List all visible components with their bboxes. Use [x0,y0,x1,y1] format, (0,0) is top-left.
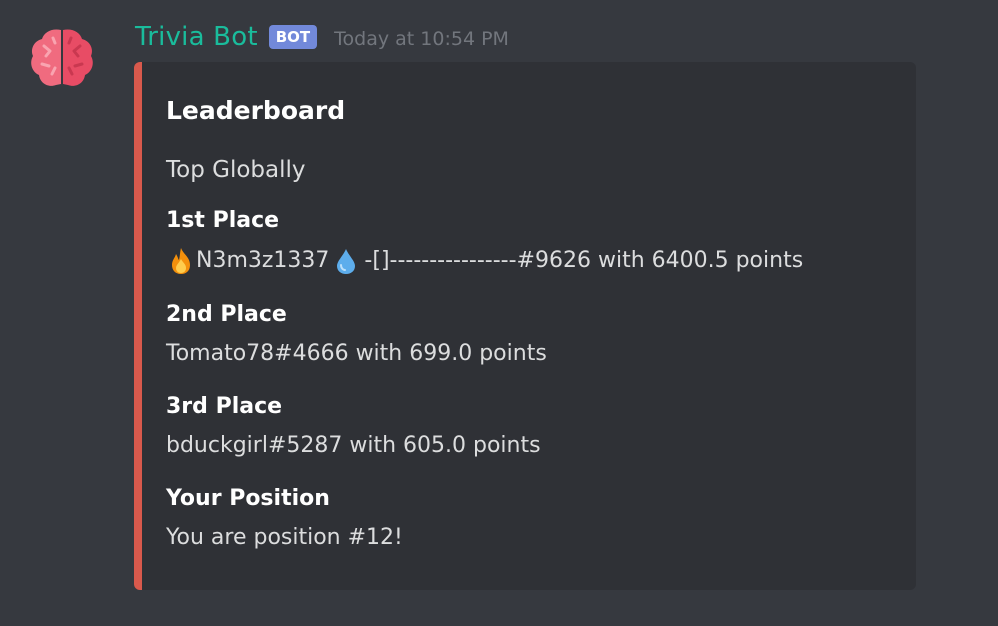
field-third-place: 3rd Place bduckgirl#5287 with 605.0 poin… [166,392,541,461]
field-value: N3m3z1337 -[]----------------#9626 with … [166,246,803,276]
field-first-place: 1st Place N3m3z1337 -[]----------------#… [166,206,803,276]
first-place-username: N3m3z1337 [196,248,330,273]
brain-icon [31,29,93,86]
droplet-emoji-icon [337,249,356,274]
field-your-position: Your Position You are position #12! [166,484,403,553]
field-name: 1st Place [166,208,280,233]
chat-message: Trivia Bot BOT Today at 10:54 PM Leaderb… [0,0,998,626]
fire-emoji-icon [172,248,190,274]
leaderboard-embed: Leaderboard Top Globally 1st Place N3m3z… [134,62,916,590]
embed-title: Leaderboard [166,96,346,125]
field-value: You are position #12! [166,525,403,550]
bot-badge: BOT [268,25,318,49]
field-value: bduckgirl#5287 with 605.0 points [166,433,541,458]
field-name: Your Position [166,486,330,511]
embed-description: Top Globally [166,157,306,183]
field-name: 3rd Place [166,394,283,419]
message-header: Trivia Bot BOT Today at 10:54 PM [135,19,509,55]
first-place-details: -[]----------------#9626 with 6400.5 poi… [364,248,804,273]
username[interactable]: Trivia Bot [135,22,258,52]
avatar[interactable] [28,24,96,92]
message-timestamp[interactable]: Today at 10:54 PM [334,28,509,50]
field-second-place: 2nd Place Tomato78#4666 with 699.0 point… [166,300,547,369]
field-value: Tomato78#4666 with 699.0 points [166,341,547,366]
field-name: 2nd Place [166,302,287,327]
